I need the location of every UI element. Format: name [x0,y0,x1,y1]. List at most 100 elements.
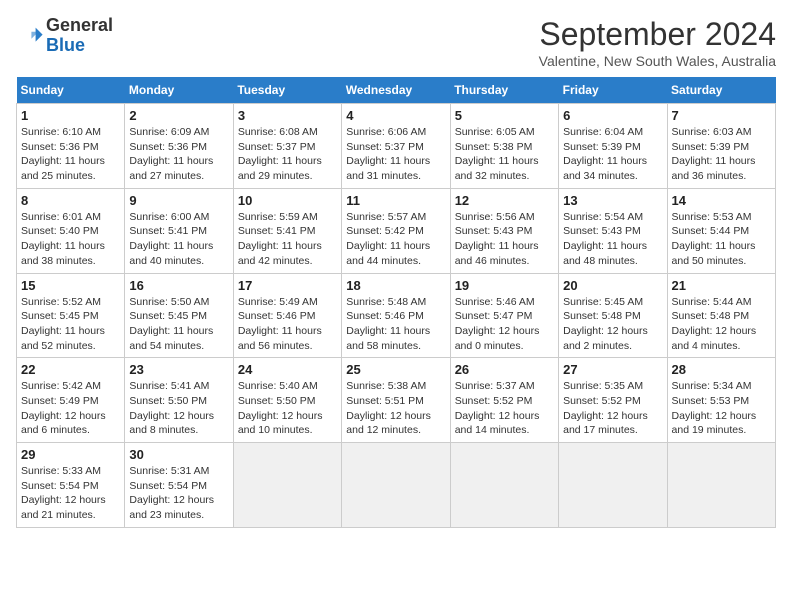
calendar-day-cell: 16 Sunrise: 5:50 AM Sunset: 5:45 PM Dayli… [125,273,233,358]
day-number: 3 [238,108,337,123]
day-number: 19 [455,278,554,293]
calendar-day-cell: 7 Sunrise: 6:03 AM Sunset: 5:39 PM Daylig… [667,104,775,189]
day-info: Sunrise: 5:34 AM Sunset: 5:53 PM Dayligh… [672,379,771,438]
logo: General Blue [16,16,113,56]
calendar-day-cell: 13Sunrise: 5:54 AM Sunset: 5:43 PM Dayli… [559,188,667,273]
weekday-header: Tuesday [233,77,341,104]
calendar-day-cell: 9 Sunrise: 6:00 AM Sunset: 5:41 PM Daylig… [125,188,233,273]
calendar-day-cell: 11 Sunrise: 5:57 AM Sunset: 5:42 PM Dayli… [342,188,450,273]
title-block: September 2024 Valentine, New South Wale… [539,16,776,69]
day-number: 22 [21,362,120,377]
calendar-day-cell: 3 Sunrise: 6:08 AM Sunset: 5:37 PM Daylig… [233,104,341,189]
calendar-day-cell: 18Sunrise: 5:48 AM Sunset: 5:46 PM Dayli… [342,273,450,358]
day-info: Sunrise: 5:45 AM Sunset: 5:48 PM Dayligh… [563,295,662,354]
calendar-day-cell: 24 Sunrise: 5:40 AM Sunset: 5:50 PM Dayli… [233,358,341,443]
calendar-day-cell: 2 Sunrise: 6:09 AM Sunset: 5:36 PM Daylig… [125,104,233,189]
page-header: General Blue September 2024 Valentine, N… [16,16,776,69]
day-info: Sunrise: 5:44 AM Sunset: 5:48 PM Dayligh… [672,295,771,354]
calendar-day-cell: 14Sunrise: 5:53 AM Sunset: 5:44 PM Dayli… [667,188,775,273]
day-number: 9 [129,193,228,208]
day-number: 20 [563,278,662,293]
calendar-day-cell: 1 Sunrise: 6:10 AM Sunset: 5:36 PM Daylig… [17,104,125,189]
day-info: Sunrise: 5:40 AM Sunset: 5:50 PM Dayligh… [238,379,337,438]
calendar-week-row: 8 Sunrise: 6:01 AM Sunset: 5:40 PM Daylig… [17,188,776,273]
calendar-day-cell: 26Sunrise: 5:37 AM Sunset: 5:52 PM Dayli… [450,358,558,443]
day-info: Sunrise: 5:31 AM Sunset: 5:54 PM Dayligh… [129,464,228,523]
day-info: Sunrise: 5:50 AM Sunset: 5:45 PM Dayligh… [129,295,228,354]
weekday-header: Monday [125,77,233,104]
day-info: Sunrise: 5:59 AM Sunset: 5:41 PM Dayligh… [238,210,337,269]
logo-icon [16,22,44,50]
calendar-day-cell [559,443,667,528]
calendar-week-row: 1 Sunrise: 6:10 AM Sunset: 5:36 PM Daylig… [17,104,776,189]
calendar-day-cell [342,443,450,528]
day-number: 13 [563,193,662,208]
day-number: 28 [672,362,771,377]
calendar-day-cell: 25 Sunrise: 5:38 AM Sunset: 5:51 PM Dayli… [342,358,450,443]
day-info: Sunrise: 6:01 AM Sunset: 5:40 PM Dayligh… [21,210,120,269]
calendar-day-cell: 4 Sunrise: 6:06 AM Sunset: 5:37 PM Daylig… [342,104,450,189]
day-info: Sunrise: 5:35 AM Sunset: 5:52 PM Dayligh… [563,379,662,438]
day-info: Sunrise: 5:33 AM Sunset: 5:54 PM Dayligh… [21,464,120,523]
day-number: 5 [455,108,554,123]
day-number: 21 [672,278,771,293]
day-number: 15 [21,278,120,293]
day-info: Sunrise: 5:38 AM Sunset: 5:51 PM Dayligh… [346,379,445,438]
day-info: Sunrise: 5:56 AM Sunset: 5:43 PM Dayligh… [455,210,554,269]
weekday-header: Thursday [450,77,558,104]
day-number: 18 [346,278,445,293]
day-number: 1 [21,108,120,123]
day-info: Sunrise: 6:04 AM Sunset: 5:39 PM Dayligh… [563,125,662,184]
calendar-day-cell: 6 Sunrise: 6:04 AM Sunset: 5:39 PM Daylig… [559,104,667,189]
day-number: 24 [238,362,337,377]
day-number: 17 [238,278,337,293]
month-title: September 2024 [539,16,776,53]
calendar-day-cell: 20 Sunrise: 5:45 AM Sunset: 5:48 PM Dayli… [559,273,667,358]
day-info: Sunrise: 6:08 AM Sunset: 5:37 PM Dayligh… [238,125,337,184]
calendar-day-cell: 22 Sunrise: 5:42 AM Sunset: 5:49 PM Dayli… [17,358,125,443]
weekday-header: Saturday [667,77,775,104]
day-number: 6 [563,108,662,123]
calendar-day-cell: 15 Sunrise: 5:52 AM Sunset: 5:45 PM Dayli… [17,273,125,358]
calendar-day-cell [233,443,341,528]
calendar-day-cell [667,443,775,528]
day-info: Sunrise: 6:06 AM Sunset: 5:37 PM Dayligh… [346,125,445,184]
day-number: 25 [346,362,445,377]
calendar-day-cell: 8 Sunrise: 6:01 AM Sunset: 5:40 PM Daylig… [17,188,125,273]
day-info: Sunrise: 6:03 AM Sunset: 5:39 PM Dayligh… [672,125,771,184]
day-info: Sunrise: 5:52 AM Sunset: 5:45 PM Dayligh… [21,295,120,354]
day-number: 2 [129,108,228,123]
day-info: Sunrise: 5:49 AM Sunset: 5:46 PM Dayligh… [238,295,337,354]
day-info: Sunrise: 6:09 AM Sunset: 5:36 PM Dayligh… [129,125,228,184]
day-number: 8 [21,193,120,208]
day-number: 30 [129,447,228,462]
day-number: 23 [129,362,228,377]
day-number: 4 [346,108,445,123]
day-info: Sunrise: 5:46 AM Sunset: 5:47 PM Dayligh… [455,295,554,354]
calendar-day-cell: 12 Sunrise: 5:56 AM Sunset: 5:43 PM Dayli… [450,188,558,273]
day-number: 11 [346,193,445,208]
calendar-day-cell: 27 Sunrise: 5:35 AM Sunset: 5:52 PM Dayli… [559,358,667,443]
calendar-day-cell: 19 Sunrise: 5:46 AM Sunset: 5:47 PM Dayli… [450,273,558,358]
day-number: 27 [563,362,662,377]
day-number: 16 [129,278,228,293]
day-number: 14 [672,193,771,208]
calendar-day-cell: 5 Sunrise: 6:05 AM Sunset: 5:38 PM Daylig… [450,104,558,189]
calendar-day-cell [450,443,558,528]
day-info: Sunrise: 6:00 AM Sunset: 5:41 PM Dayligh… [129,210,228,269]
calendar-header-row: SundayMondayTuesdayWednesdayThursdayFrid… [17,77,776,104]
day-info: Sunrise: 6:05 AM Sunset: 5:38 PM Dayligh… [455,125,554,184]
calendar-day-cell: 10 Sunrise: 5:59 AM Sunset: 5:41 PM Dayli… [233,188,341,273]
day-info: Sunrise: 5:42 AM Sunset: 5:49 PM Dayligh… [21,379,120,438]
day-info: Sunrise: 5:41 AM Sunset: 5:50 PM Dayligh… [129,379,228,438]
location-subtitle: Valentine, New South Wales, Australia [539,53,776,69]
calendar-day-cell: 28 Sunrise: 5:34 AM Sunset: 5:53 PM Dayli… [667,358,775,443]
day-number: 7 [672,108,771,123]
calendar-day-cell: 29Sunrise: 5:33 AM Sunset: 5:54 PM Dayli… [17,443,125,528]
day-info: Sunrise: 6:10 AM Sunset: 5:36 PM Dayligh… [21,125,120,184]
day-number: 10 [238,193,337,208]
calendar-day-cell: 30 Sunrise: 5:31 AM Sunset: 5:54 PM Dayli… [125,443,233,528]
calendar-day-cell: 21 Sunrise: 5:44 AM Sunset: 5:48 PM Dayli… [667,273,775,358]
day-number: 12 [455,193,554,208]
day-info: Sunrise: 5:57 AM Sunset: 5:42 PM Dayligh… [346,210,445,269]
